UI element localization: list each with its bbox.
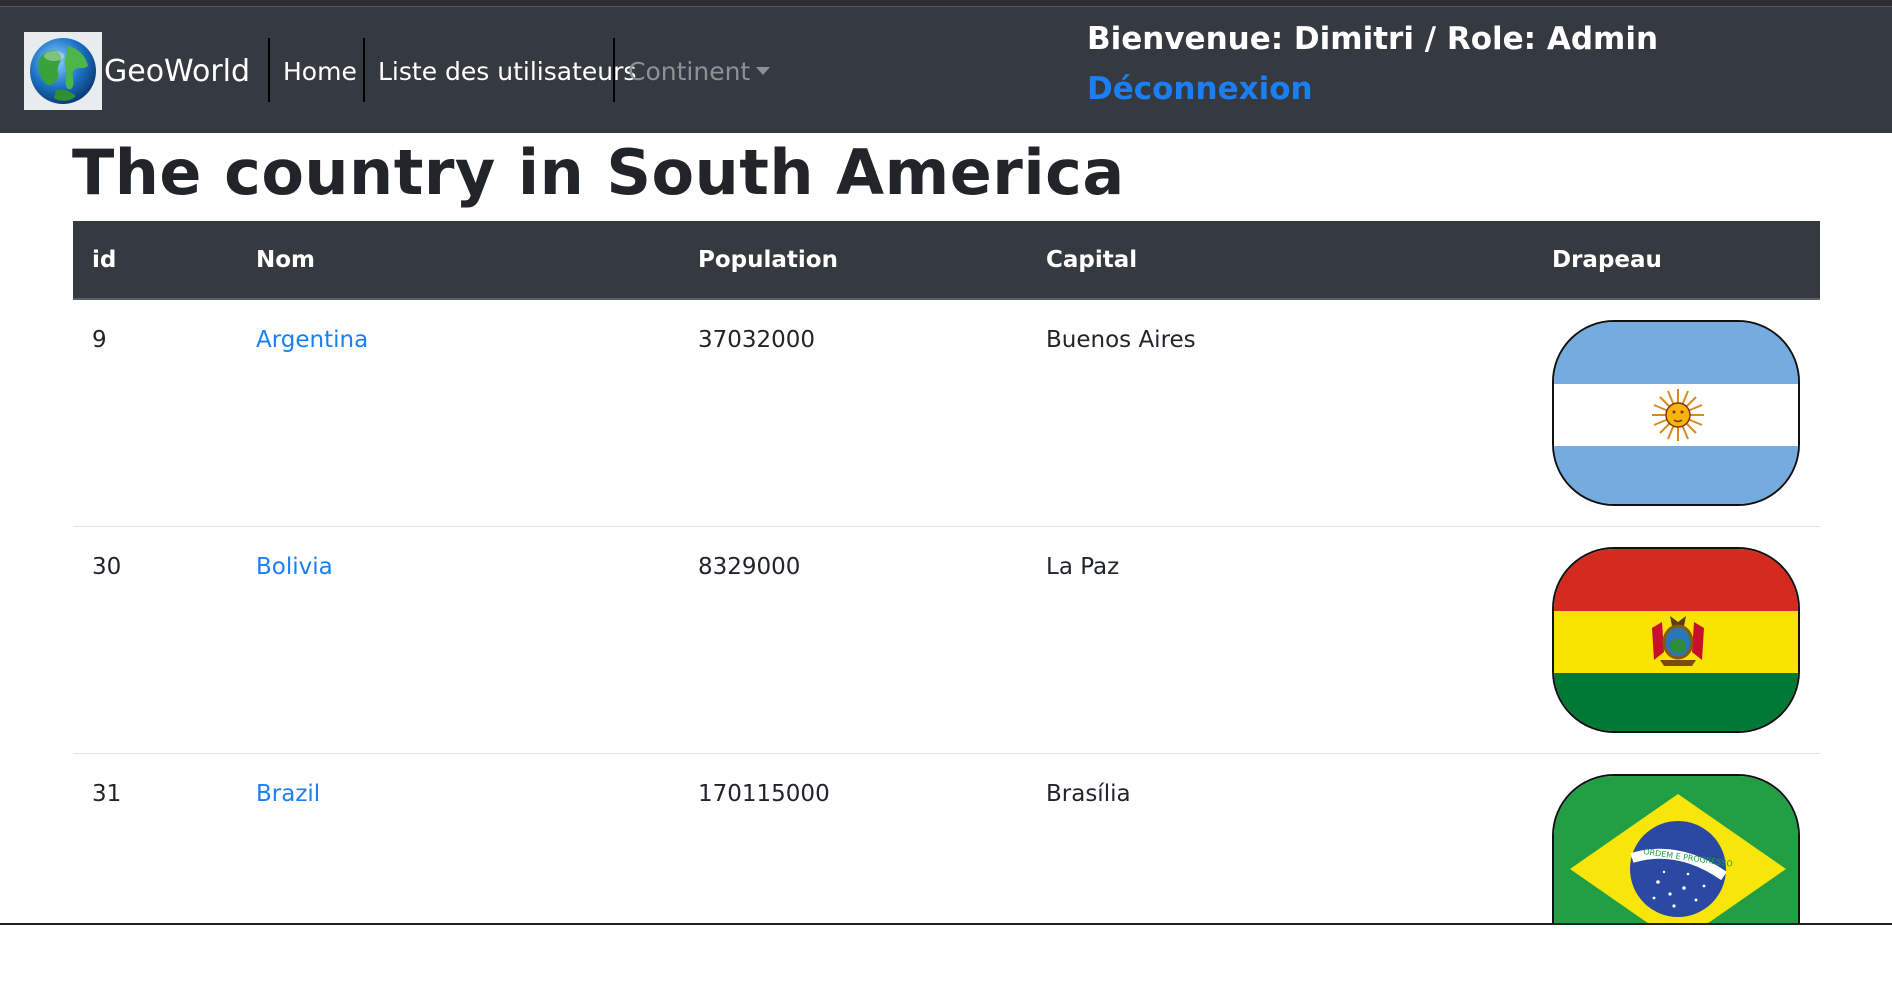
- bolivia-flag-icon: [1552, 547, 1800, 733]
- brand-name: GeoWorld: [104, 53, 251, 89]
- row-population: 8329000: [698, 554, 801, 580]
- column-header-capital: Capital: [1046, 247, 1138, 273]
- welcome-text: Bienvenue: Dimitri / Role: Admin: [1087, 21, 1659, 57]
- globe-logo-icon: [24, 32, 102, 110]
- brand-link[interactable]: GeoWorld: [24, 31, 250, 111]
- country-link[interactable]: Brazil: [256, 781, 320, 807]
- nav-divider: [613, 38, 615, 102]
- row-population: 170115000: [698, 781, 830, 807]
- row-id: 30: [92, 554, 122, 580]
- column-header-population: Population: [698, 247, 838, 273]
- row-capital: La Paz: [1046, 554, 1120, 580]
- nav-divider: [268, 38, 270, 102]
- row-id: 31: [92, 781, 122, 807]
- page-title: The country in South America: [72, 136, 1125, 209]
- row-capital: Brasília: [1046, 781, 1131, 807]
- row-capital: Buenos Aires: [1046, 327, 1196, 353]
- navbar: GeoWorld Home Liste des utilisateurs Con…: [0, 7, 1892, 133]
- column-header-name: Nom: [256, 247, 316, 273]
- window-top-edge: [0, 0, 1892, 7]
- row-population: 37032000: [698, 327, 816, 353]
- nav-home-link[interactable]: Home: [283, 57, 357, 86]
- argentina-flag-icon: [1552, 320, 1800, 506]
- continent-dropdown-label: Continent: [628, 57, 751, 86]
- column-header-flag: Drapeau: [1552, 247, 1662, 273]
- brazil-flag-icon: ORDEM E PROGRESSO: [1552, 774, 1800, 925]
- continent-dropdown[interactable]: Continent: [628, 57, 771, 86]
- column-header-id: id: [92, 247, 117, 273]
- country-link[interactable]: Bolivia: [256, 554, 333, 580]
- country-link[interactable]: Argentina: [256, 327, 368, 353]
- nav-users-link[interactable]: Liste des utilisateurs: [378, 57, 636, 86]
- nav-divider: [363, 38, 365, 102]
- row-id: 9: [92, 327, 107, 353]
- logout-link[interactable]: Déconnexion: [1087, 71, 1313, 107]
- caret-down-icon: [756, 67, 771, 75]
